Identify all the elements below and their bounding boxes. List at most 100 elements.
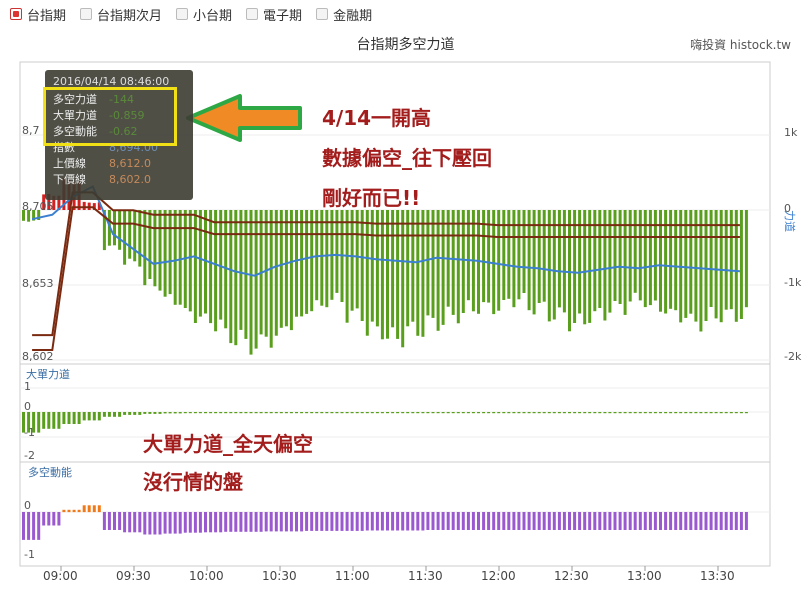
momentum-bar — [638, 512, 642, 530]
momentum-bar — [552, 512, 556, 530]
bigorder-y-tick: -2 — [24, 449, 35, 462]
bigorder-bar — [153, 412, 157, 414]
bigorder-bar — [193, 412, 197, 414]
momentum-bar — [360, 512, 364, 531]
bigorder-bar — [234, 412, 238, 414]
momentum-bar — [633, 512, 637, 530]
momentum-bar — [123, 512, 127, 533]
momentum-bar — [517, 512, 521, 530]
bigorder-bar — [416, 412, 420, 414]
momentum-bar — [315, 512, 319, 531]
bigorder-bar — [350, 412, 354, 414]
bigorder-bar — [694, 412, 698, 414]
bigorder-bar — [380, 412, 384, 414]
main-bar — [411, 210, 415, 322]
momentum-bar — [583, 512, 587, 530]
bigorder-bar — [330, 412, 334, 414]
bigorder-bar — [295, 412, 298, 414]
momentum-bar — [669, 512, 673, 530]
main-bar — [279, 210, 283, 328]
momentum-bar — [411, 512, 415, 531]
bigorder-bar — [466, 412, 470, 414]
bigorder-bar — [507, 412, 511, 414]
bigorder-bar — [249, 412, 253, 414]
x-tick: 12:30 — [554, 569, 589, 583]
momentum-bar — [279, 512, 283, 532]
bigorder-bar — [471, 412, 475, 414]
momentum-bar — [325, 512, 329, 531]
main-bar — [719, 210, 723, 323]
bigorder-bar — [719, 412, 723, 414]
bigorder-bar — [320, 412, 324, 414]
momentum-bar — [714, 512, 718, 530]
main-bar — [153, 210, 157, 287]
main-bar — [547, 210, 551, 322]
main-bar — [375, 210, 379, 327]
bigorder-bar — [406, 412, 410, 414]
bigorder-bar — [446, 412, 450, 414]
main-bar — [542, 210, 546, 302]
bigorder-bar — [300, 412, 304, 414]
main-bar — [360, 210, 364, 321]
bigorder-bar — [411, 412, 415, 414]
momentum-bar — [72, 509, 76, 513]
main-bar — [143, 210, 147, 286]
momentum-bar — [254, 512, 258, 532]
momentum-bar — [744, 512, 748, 530]
momentum-bar — [365, 512, 369, 531]
bigorder-bar — [107, 412, 111, 417]
bigorder-bar — [375, 412, 379, 414]
annotation-note: 剛好而已!! — [322, 186, 421, 210]
y-left-tick: 8,705 — [22, 200, 54, 213]
main-bar — [517, 210, 521, 300]
main-bar — [699, 210, 703, 332]
momentum-bar — [416, 512, 420, 531]
bigorder-bar — [209, 412, 213, 414]
momentum-bar — [57, 512, 61, 526]
momentum-bar — [729, 512, 733, 530]
main-bar — [193, 210, 197, 323]
main-bar — [249, 210, 253, 355]
momentum-bar — [158, 512, 162, 535]
bigorder-bar — [583, 412, 587, 414]
bigorder-bar — [183, 412, 187, 414]
y-right-axis-label: 力道 — [783, 210, 797, 232]
bigorder-bar — [537, 412, 541, 414]
bigorder-bar — [669, 412, 673, 414]
momentum-bar — [568, 512, 571, 530]
momentum-bar — [198, 512, 202, 533]
main-bar — [739, 210, 743, 319]
bigorder-bar — [143, 412, 147, 414]
momentum-bar — [244, 512, 248, 532]
tooltip-value: 8,612.0 — [109, 157, 151, 170]
momentum-bar — [628, 512, 632, 530]
bigorder-bar — [92, 412, 96, 421]
momentum-bar — [32, 512, 36, 540]
momentum-bar — [709, 512, 713, 530]
momentum-bar — [52, 512, 56, 526]
bigorder-bar — [340, 412, 344, 414]
bigorder-bar — [198, 412, 202, 414]
bigorder-bar — [133, 412, 137, 415]
main-bar — [583, 210, 587, 325]
main-bar — [401, 210, 405, 348]
x-tick: 11:30 — [408, 569, 443, 583]
bigorder-bar — [37, 412, 41, 433]
bigorder-bar — [492, 412, 496, 414]
main-bar — [502, 210, 506, 300]
momentum-bar — [264, 512, 268, 532]
main-bar — [441, 210, 445, 325]
momentum-bar — [471, 512, 475, 530]
bigorder-bar — [608, 412, 612, 414]
momentum-bar — [613, 512, 617, 530]
momentum-bar — [97, 505, 101, 513]
momentum-bar — [82, 505, 86, 513]
bigorder-bar — [441, 412, 445, 414]
highlight-box — [43, 87, 177, 146]
momentum-bar — [295, 512, 298, 532]
bigorder-bar — [274, 412, 278, 414]
main-bar — [305, 210, 309, 314]
momentum-bar — [527, 512, 531, 530]
bigorder-bar — [401, 412, 405, 414]
main-bar — [456, 210, 460, 324]
